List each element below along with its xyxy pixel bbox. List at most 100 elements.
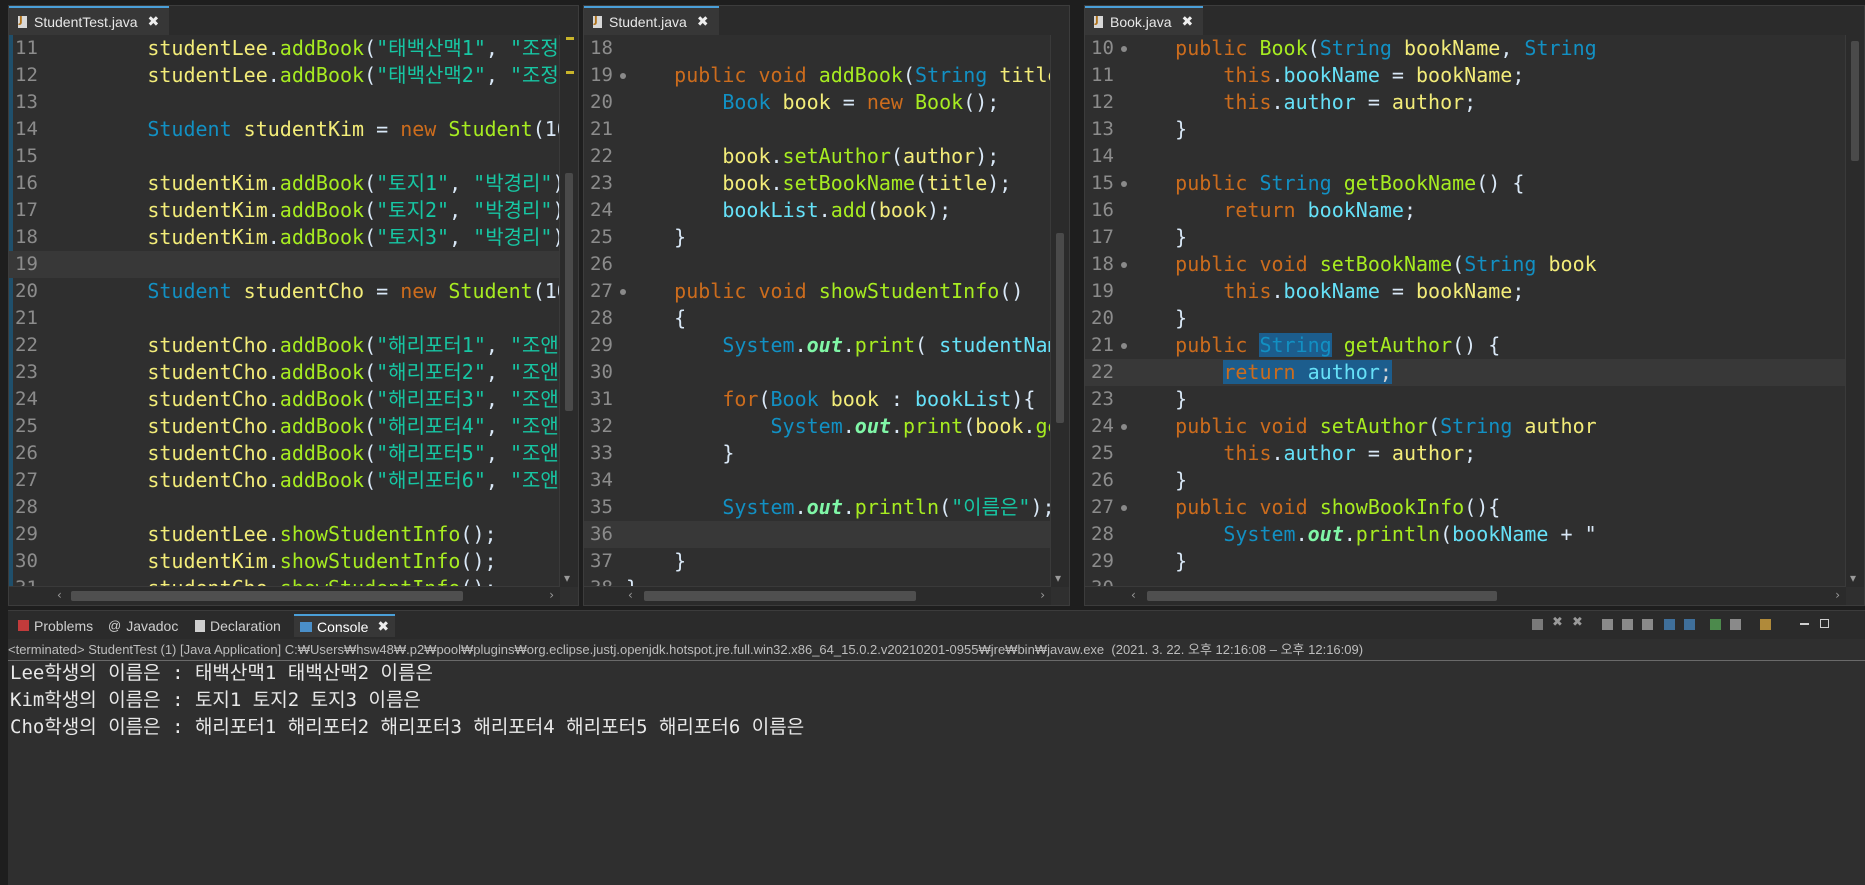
code-line[interactable]: 28 { [584, 305, 1051, 332]
code-line[interactable]: 37 } [584, 548, 1051, 575]
code-line[interactable]: 16 return bookName; [1085, 197, 1846, 224]
scroll-right-icon[interactable]: › [1835, 588, 1840, 602]
code-line[interactable]: 20 Student studentCho = new Student(1003… [9, 278, 578, 305]
close-icon[interactable]: ✖ [1181, 13, 1193, 30]
warning-marker[interactable] [566, 37, 574, 40]
code-line[interactable]: 28 System.out.println(bookName + " [1085, 521, 1846, 548]
code-line[interactable]: 22 book.setAuthor(author); [584, 143, 1051, 170]
maximize-icon[interactable] [1820, 619, 1829, 628]
code-line[interactable]: 18 public void setBookName(String book [1085, 251, 1846, 278]
tab-book[interactable]: Book.java ✖ [1085, 6, 1204, 35]
code-line[interactable]: 36 [584, 521, 1051, 548]
code-line[interactable]: 13 } [1085, 116, 1846, 143]
code-line[interactable]: 27 public void showStudentInfo() [584, 278, 1051, 305]
code-line[interactable]: 17 } [1085, 224, 1846, 251]
code-line[interactable]: 19 this.bookName = bookName; [1085, 278, 1846, 305]
scroll-down-icon[interactable]: ▾ [1055, 571, 1061, 585]
code-area[interactable]: 10 public Book(String bookName, String 11… [1085, 35, 1864, 587]
code-line[interactable]: 18 [584, 35, 1051, 62]
tab-problems[interactable]: Problems [12, 614, 99, 637]
scroll-thumb[interactable] [644, 591, 916, 601]
code-line[interactable]: 21 public String getAuthor() { [1085, 332, 1846, 359]
horizontal-scrollbar[interactable]: ‹ › [9, 586, 560, 605]
code-line[interactable]: 12 this.author = author; [1085, 89, 1846, 116]
code-line[interactable]: 27 studentCho.addBook("해리포터6", "조앤 롤링 [9, 467, 578, 494]
code-line[interactable]: 26 } [1085, 467, 1846, 494]
close-icon[interactable]: ✖ [148, 13, 160, 30]
scroll-right-icon[interactable]: › [1040, 588, 1045, 602]
code-line[interactable]: 20 } [1085, 305, 1846, 332]
code-line[interactable]: 33 } [584, 440, 1051, 467]
horizontal-scrollbar[interactable]: ‹ › [1085, 586, 1846, 605]
code-line[interactable]: 22 return author; [1085, 359, 1846, 386]
code-line[interactable]: 30 [584, 359, 1051, 386]
code-line[interactable]: 24 public void setAuthor(String author [1085, 413, 1846, 440]
scroll-thumb[interactable] [1851, 41, 1859, 161]
scroll-thumb[interactable] [71, 591, 463, 601]
code-line[interactable]: 25 this.author = author; [1085, 440, 1846, 467]
vertical-scrollbar[interactable]: ▾ [1050, 35, 1069, 587]
clear-console-icon[interactable] [1602, 619, 1613, 630]
code-line[interactable]: 20 Book book = new Book(); [584, 89, 1051, 116]
remove-launch-icon[interactable]: ✖ [1552, 615, 1563, 630]
tab-javadoc[interactable]: @ Javadoc [102, 614, 184, 637]
scroll-down-icon[interactable]: ▾ [564, 571, 570, 585]
vertical-scrollbar[interactable]: ▾ [559, 35, 578, 587]
code-line[interactable]: 17 studentKim.addBook("토지2", "박경리"); [9, 197, 577, 224]
code-line[interactable]: 25 studentCho.addBook("해리포터4", "조앤 롤링 [9, 413, 578, 440]
tab-declaration[interactable]: Declaration [189, 614, 287, 637]
code-line[interactable]: 23 book.setBookName(title); [584, 170, 1051, 197]
code-line[interactable]: 15 [9, 143, 560, 170]
code-line[interactable]: 16 studentKim.addBook("토지1", "박경리"); [9, 170, 577, 197]
scroll-lock-icon[interactable] [1622, 619, 1633, 630]
code-line[interactable]: 14 [1085, 143, 1846, 170]
close-icon[interactable]: ✖ [377, 618, 389, 635]
terminate-icon[interactable] [1532, 619, 1543, 630]
remove-all-icon[interactable]: ✖ [1572, 615, 1583, 630]
show-stderr-icon[interactable] [1684, 619, 1695, 630]
horizontal-scrollbar[interactable]: ‹ › [584, 586, 1051, 605]
code-line[interactable]: 26 [584, 251, 1051, 278]
code-line[interactable]: 28 [9, 494, 560, 521]
scroll-left-icon[interactable]: ‹ [1131, 588, 1136, 602]
code-area[interactable]: 11 studentLee.addBook("태백산맥1", "조정래");12… [9, 35, 578, 587]
code-line[interactable]: 34 [584, 467, 1051, 494]
code-line[interactable]: 12 studentLee.addBook("태백산맥2", "조정래"); [9, 62, 578, 89]
tab-student[interactable]: Student.java ✖ [584, 6, 719, 35]
code-line[interactable]: 11 this.bookName = bookName; [1085, 62, 1846, 89]
pin-console-icon[interactable] [1710, 619, 1721, 630]
code-line[interactable]: 27 public void showBookInfo(){ [1085, 494, 1846, 521]
code-line[interactable]: 22 studentCho.addBook("해리포터1", "조앤 롤링 [9, 332, 578, 359]
vertical-scrollbar[interactable]: ▾ [1845, 35, 1864, 587]
code-line[interactable]: 35 System.out.println("이름은"); [584, 494, 1055, 521]
display-console-icon[interactable] [1730, 619, 1741, 630]
code-line[interactable]: 19 public void addBook(String title, S [584, 62, 1069, 89]
scroll-left-icon[interactable]: ‹ [628, 588, 633, 602]
code-line[interactable]: 29 } [1085, 548, 1846, 575]
code-line[interactable]: 21 [9, 305, 560, 332]
word-wrap-icon[interactable] [1642, 619, 1653, 630]
code-line[interactable]: 31 for(Book book : bookList){ [584, 386, 1051, 413]
show-stdout-icon[interactable] [1664, 619, 1675, 630]
scroll-right-icon[interactable]: › [549, 588, 554, 602]
code-line[interactable]: 25 } [584, 224, 1051, 251]
code-line[interactable]: 18 studentKim.addBook("토지3", "박경리"); [9, 224, 577, 251]
code-line[interactable]: 14 Student studentKim = new Student(1002… [9, 116, 578, 143]
code-area[interactable]: 18 19 public void addBook(String title, S… [584, 35, 1069, 587]
code-line[interactable]: 32 System.out.print(book.getBo [584, 413, 1069, 440]
code-line[interactable]: 10 public Book(String bookName, String [1085, 35, 1846, 62]
tab-console[interactable]: Console ✖ [294, 614, 396, 637]
code-line[interactable]: 24 bookList.add(book); [584, 197, 1051, 224]
scroll-thumb[interactable] [565, 173, 573, 411]
tab-studenttest[interactable]: StudentTest.java ✖ [9, 6, 170, 35]
code-line[interactable]: 29 studentLee.showStudentInfo(); [9, 521, 560, 548]
code-line[interactable]: 26 studentCho.addBook("해리포터5", "조앤 롤링 [9, 440, 578, 467]
scroll-left-icon[interactable]: ‹ [57, 588, 62, 602]
close-icon[interactable]: ✖ [697, 13, 709, 30]
open-console-icon[interactable] [1760, 619, 1771, 630]
scroll-thumb[interactable] [1147, 591, 1497, 601]
scroll-down-icon[interactable]: ▾ [1850, 571, 1856, 585]
scroll-thumb[interactable] [1056, 233, 1064, 423]
code-line[interactable]: 19 [9, 251, 560, 278]
code-line[interactable]: 29 System.out.print( studentName + [584, 332, 1069, 359]
